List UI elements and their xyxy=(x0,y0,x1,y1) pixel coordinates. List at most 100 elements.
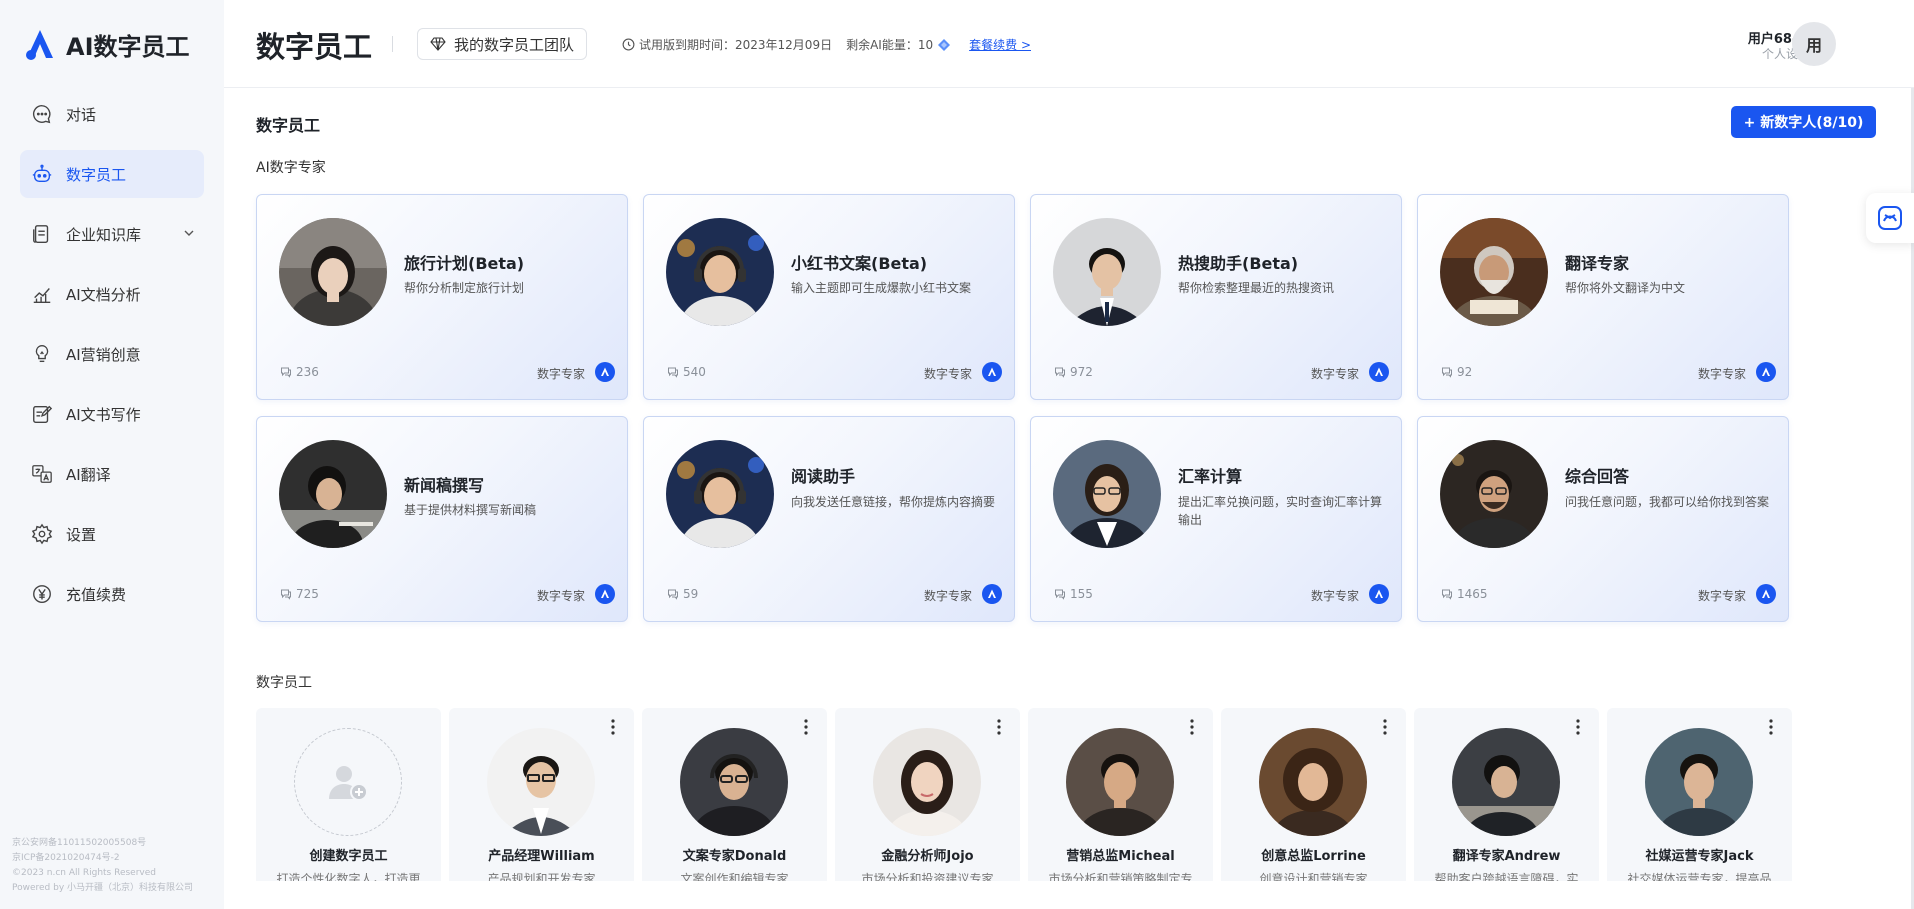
expert-card[interactable]: 热搜助手(Beta) 帮你检索整理最近的热搜资讯 972 数字专家 xyxy=(1030,194,1402,400)
employee-description: 产品规划和开发专家 xyxy=(487,872,596,881)
expert-badge-icon xyxy=(1369,362,1389,382)
sidebar-item-knowledge-base[interactable]: 企业知识库 xyxy=(20,210,204,258)
expert-grid: 旅行计划(Beta) 帮你分析制定旅行计划 236 数字专家 小红书文案(Bet… xyxy=(256,194,1789,622)
expert-name: 阅读助手 xyxy=(791,467,856,486)
sidebar-item-label: 充值续费 xyxy=(66,585,127,604)
expert-tag: 数字专家 xyxy=(1697,367,1746,381)
expert-card[interactable]: 翻译专家 帮你将外文翻译为中文 92 数字专家 xyxy=(1417,194,1789,400)
more-options-icon[interactable] xyxy=(1382,718,1388,736)
expert-card[interactable]: 阅读助手 向我发送任意链接，帮你提炼内容摘要 59 数字专家 xyxy=(643,416,1015,622)
expert-card[interactable]: 旅行计划(Beta) 帮你分析制定旅行计划 236 数字专家 xyxy=(256,194,628,400)
yen-icon xyxy=(30,582,54,606)
sidebar-item-digital-employees[interactable]: 数字员工 xyxy=(20,150,204,198)
employee-avatar xyxy=(1259,728,1367,836)
expert-name: 旅行计划(Beta) xyxy=(404,254,525,273)
footer-line: 京公安网备11011502005508号 xyxy=(12,838,147,848)
sidebar-item-doc-analysis[interactable]: AI文档分析 xyxy=(20,270,204,318)
diamond-icon xyxy=(430,37,446,51)
sidebar-item-settings[interactable]: 设置 xyxy=(20,510,204,558)
comment-icon xyxy=(1442,367,1452,378)
employee-card[interactable]: 社媒运营专家Jack 社交媒体运营专家，提高品 xyxy=(1607,708,1792,881)
sidebar-item-recharge[interactable]: 充值续费 xyxy=(20,570,204,618)
robot-icon xyxy=(30,162,54,186)
usage-count: 59 xyxy=(667,587,698,601)
employee-card[interactable]: 产品经理William 产品规划和开发专家 xyxy=(449,708,634,881)
employee-card[interactable]: 文案专家Donald 文案创作和编辑专家 xyxy=(642,708,827,881)
expert-badge-icon xyxy=(1369,584,1389,604)
footer-line: 京ICP备2021020474号-2 xyxy=(12,853,120,863)
usage-count-value: 1465 xyxy=(1457,587,1488,601)
expert-description: 输入主题即可生成爆款小红书文案 xyxy=(791,281,972,295)
usage-count-value: 725 xyxy=(296,587,319,601)
employee-name: 创建数字员工 xyxy=(309,849,388,864)
usage-count-value: 59 xyxy=(683,587,699,601)
usage-count: 1465 xyxy=(1441,587,1488,601)
employee-name: 翻译专家Andrew xyxy=(1452,849,1561,864)
expert-description: 提出汇率兑换问题，实时查询汇率计算输出 xyxy=(1178,495,1383,527)
more-options-icon[interactable] xyxy=(1575,718,1581,736)
expert-tag: 数字专家 xyxy=(923,367,972,381)
app-name: AI数字员工 xyxy=(66,32,190,61)
expert-badge-icon xyxy=(982,362,1002,382)
my-team-button[interactable]: 我的数字员工团队 xyxy=(417,28,588,60)
comment-icon xyxy=(1055,367,1065,378)
more-options-icon[interactable] xyxy=(1189,718,1195,736)
usage-count-value: 92 xyxy=(1457,365,1473,379)
create-employee-card[interactable]: 创建数字员工 打造个性化数字人，打造更 xyxy=(256,708,441,881)
more-options-icon[interactable] xyxy=(610,718,616,736)
chart-icon xyxy=(30,282,54,306)
expert-avatar xyxy=(1440,440,1548,548)
employee-description: 打造个性化数字人，打造更 xyxy=(276,872,421,881)
employee-list: 创建数字员工 打造个性化数字人，打造更 产品经理William 产品规划和开发专… xyxy=(256,708,1792,881)
app-logo[interactable]: AI数字员工 xyxy=(22,26,190,62)
expert-card[interactable]: 新闻稿撰写 基于提供材料撰写新闻稿 725 数字专家 xyxy=(256,416,628,622)
sidebar-item-writing[interactable]: AI文书写作 xyxy=(20,390,204,438)
employee-name: 创意总监Lorrine xyxy=(1261,849,1366,864)
sidebar-item-label: AI文书写作 xyxy=(66,405,141,424)
sidebar-item-label: AI营销创意 xyxy=(66,345,141,364)
expert-tag: 数字专家 xyxy=(1310,589,1359,603)
employee-card[interactable]: 金融分析师Jojo 市场分析和投资建议专家 xyxy=(835,708,1020,881)
avatar[interactable]: 用 xyxy=(1792,22,1836,66)
expert-badge-icon xyxy=(595,362,615,382)
more-options-icon[interactable] xyxy=(996,718,1002,736)
expert-avatar xyxy=(279,218,387,326)
chat-icon xyxy=(30,102,54,126)
footer-line: Powered by 小马开疆（北京）科技有限公司 xyxy=(12,883,194,893)
employee-description: 文案创作和编辑专家 xyxy=(680,872,789,881)
employee-avatar xyxy=(1645,728,1753,836)
expert-avatar xyxy=(666,218,774,326)
floating-assistant-button[interactable] xyxy=(1866,193,1914,243)
more-options-icon[interactable] xyxy=(1768,718,1774,736)
chevron-down-icon[interactable] xyxy=(182,226,196,240)
employee-card[interactable]: 创意总监Lorrine 创意设计和营销专家 xyxy=(1221,708,1406,881)
expert-description: 帮你检索整理最近的热搜资讯 xyxy=(1178,281,1335,295)
expert-description: 向我发送任意链接，帮你提炼内容摘要 xyxy=(791,495,996,509)
sidebar-item-chat[interactable]: 对话 xyxy=(20,90,204,138)
expert-tag: 数字专家 xyxy=(536,367,585,381)
trial-expiry: 试用版到期时间：2023年12月09日 xyxy=(639,38,833,52)
sidebar-item-marketing[interactable]: AI营销创意 xyxy=(20,330,204,378)
expert-tag: 数字专家 xyxy=(1697,589,1746,603)
expert-card[interactable]: 小红书文案(Beta) 输入主题即可生成爆款小红书文案 540 数字专家 xyxy=(643,194,1015,400)
expert-card[interactable]: 汇率计算 提出汇率兑换问题，实时查询汇率计算输出 155 数字专家 xyxy=(1030,416,1402,622)
expert-description: 帮你将外文翻译为中文 xyxy=(1565,281,1686,295)
expert-name: 翻译专家 xyxy=(1565,254,1630,273)
sidebar-nav: 对话 数字员工 企业知识库 AI文档分析 AI营销创意 AI文书写作 AI翻译 … xyxy=(20,90,204,630)
more-options-icon[interactable] xyxy=(803,718,809,736)
renew-link[interactable]: 套餐续费 > xyxy=(969,36,1031,53)
sidebar-footer: 京公安网备11011502005508号 京ICP备2021020474号-2 … xyxy=(12,836,193,896)
employee-name: 产品经理William xyxy=(488,849,595,864)
new-digital-human-button[interactable]: + 新数字人(8/10) xyxy=(1731,106,1876,138)
expert-card[interactable]: 综合回答 问我任意问题，我都可以给你找到答案 1465 数字专家 xyxy=(1417,416,1789,622)
employee-description: 市场分析和投资建议专家 xyxy=(861,872,994,881)
usage-count: 540 xyxy=(667,365,706,379)
employee-avatar xyxy=(487,728,595,836)
sidebar-item-translate[interactable]: AI翻译 xyxy=(20,450,204,498)
employee-card[interactable]: 翻译专家Andrew 帮助客户跨越语言障碍，实 xyxy=(1414,708,1599,881)
employee-card[interactable]: 营销总监Micheal 市场分析和营销策略制定专 xyxy=(1028,708,1213,881)
employee-description: 市场分析和营销策略制定专 xyxy=(1048,872,1193,881)
sidebar-item-label: 企业知识库 xyxy=(66,225,142,244)
sidebar-item-label: AI文档分析 xyxy=(66,285,141,304)
expert-name: 综合回答 xyxy=(1565,467,1630,486)
